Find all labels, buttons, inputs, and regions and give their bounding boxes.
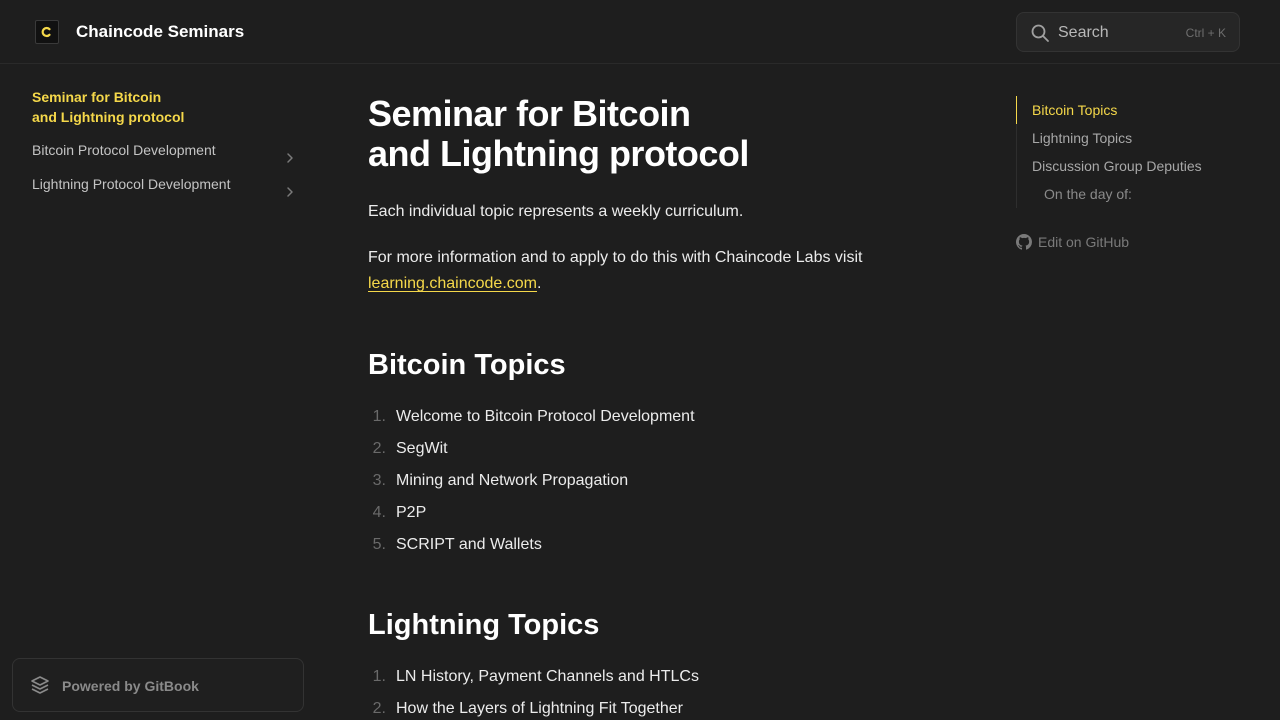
- outline-item-on-the-day-of[interactable]: On the day of:: [1044, 180, 1132, 208]
- list-text: How the Layers of Lightning Fit Together: [396, 700, 683, 717]
- intro-paragraph: Each individual topic represents a weekl…: [368, 203, 744, 220]
- outline-active-indicator: [1016, 96, 1017, 124]
- sidebar-item-label: Bitcoin Protocol Development: [32, 142, 216, 158]
- list-number: 2.: [372, 440, 386, 457]
- list-number: 1.: [372, 408, 386, 425]
- page-title: Seminar for Bitcoin and Lightning protoc…: [368, 94, 888, 174]
- lightning-topics-heading: Lightning Topics: [368, 609, 600, 641]
- list-number: 4.: [372, 504, 386, 521]
- search-button[interactable]: Search Ctrl + K: [1016, 12, 1240, 52]
- site-title[interactable]: Chaincode Seminars: [76, 20, 244, 44]
- list-item: 2. How the Layers of Lightning Fit Togeth…: [368, 693, 928, 720]
- sidebar-item-bitcoin-protocol-development[interactable]: Bitcoin Protocol Development: [24, 135, 304, 165]
- list-text: Mining and Network Propagation: [396, 472, 629, 489]
- search-icon: [1030, 23, 1050, 48]
- top-header: Chaincode Seminars Search Ctrl + K: [0, 0, 1280, 64]
- sidebar-item-lightning-protocol-development[interactable]: Lightning Protocol Development: [24, 169, 304, 199]
- search-label: Search: [1058, 24, 1109, 41]
- list-item: 3. Mining and Network Propagation: [368, 465, 928, 497]
- gitbook-icon: [30, 675, 50, 700]
- list-item: 4. P2P: [368, 497, 928, 529]
- list-number: 3.: [372, 472, 386, 489]
- page-title-line2: and Lightning protocol: [368, 133, 749, 174]
- outline-item-lightning-topics[interactable]: Lightning Topics: [1032, 124, 1132, 152]
- list-number: 5.: [372, 536, 386, 553]
- list-number: 1.: [372, 668, 386, 685]
- search-shortcut-hint: Ctrl + K: [1185, 26, 1226, 40]
- list-item: 5. SCRIPT and Wallets: [368, 529, 928, 561]
- learning-chaincode-link[interactable]: learning.chaincode.com: [368, 275, 537, 292]
- lightning-topics-list: 1. LN History, Payment Channels and HTLCs…: [368, 661, 928, 720]
- edit-on-github-label: Edit on GitHub: [1038, 234, 1130, 250]
- list-item: 1. LN History, Payment Channels and HTLCs: [368, 661, 928, 693]
- list-text: SCRIPT and Wallets: [396, 536, 542, 553]
- powered-by-gitbook-link[interactable]: Powered by GitBook: [12, 658, 304, 712]
- info-suffix: .: [537, 275, 542, 292]
- bitcoin-topics-list: 1. Welcome to Bitcoin Protocol Developmen…: [368, 401, 928, 561]
- list-text: Welcome to Bitcoin Protocol Development: [396, 408, 695, 425]
- outline-item-discussion-group-deputies[interactable]: Discussion Group Deputies: [1032, 152, 1202, 180]
- list-item: 2. SegWit: [368, 433, 928, 465]
- info-paragraph: For more information and to apply to do …: [368, 245, 928, 297]
- info-text: For more information and to apply to do …: [368, 249, 863, 266]
- bitcoin-topics-heading: Bitcoin Topics: [368, 349, 566, 381]
- powered-by-label: Powered by GitBook: [62, 678, 199, 694]
- sidebar: Seminar for Bitcoin and Lightning protoc…: [0, 64, 320, 720]
- page-title-line1: Seminar for Bitcoin: [368, 93, 691, 134]
- chaincode-logo-icon[interactable]: [35, 20, 59, 44]
- sidebar-item-seminar-active[interactable]: Seminar for Bitcoin and Lightning protoc…: [32, 87, 232, 127]
- chevron-right-icon[interactable]: [284, 178, 296, 208]
- list-number: 2.: [372, 700, 386, 717]
- list-item: 1. Welcome to Bitcoin Protocol Developmen…: [368, 401, 928, 433]
- sidebar-active-label-line1: Seminar for Bitcoin: [32, 89, 162, 105]
- sidebar-active-label-line2: and Lightning protocol: [32, 109, 185, 125]
- list-text: SegWit: [396, 440, 448, 457]
- list-text: P2P: [396, 504, 427, 521]
- list-text: LN History, Payment Channels and HTLCs: [396, 668, 699, 685]
- sidebar-item-label: Lightning Protocol Development: [32, 176, 231, 192]
- github-icon: [1016, 234, 1032, 255]
- outline-item-bitcoin-topics[interactable]: Bitcoin Topics: [1032, 96, 1117, 124]
